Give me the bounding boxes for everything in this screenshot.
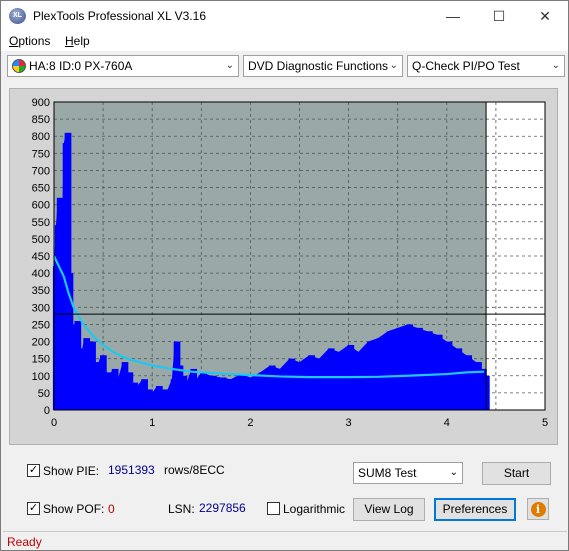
x-tick-label: 1	[149, 417, 155, 429]
y-tick-label: 300	[32, 302, 50, 314]
y-tick-label: 900	[32, 97, 50, 109]
control-panel: ✓ Show PIE: 1951393 rows/8ECC SUM8 Test …	[1, 451, 568, 531]
view-log-button[interactable]: View Log	[353, 498, 425, 521]
menu-help[interactable]: Help	[65, 34, 90, 48]
y-tick-label: 250	[32, 319, 50, 331]
window-title: PlexTools Professional XL V3.16	[33, 9, 206, 23]
preferences-button[interactable]: Preferences	[434, 498, 516, 521]
pie-value: 1951393	[108, 463, 155, 477]
app-logo-icon: XL	[9, 8, 26, 24]
y-tick-label: 650	[32, 183, 50, 195]
main-window: XL PlexTools Professional XL V3.16 — ☐ ✕…	[0, 0, 569, 551]
y-tick-label: 0	[44, 405, 50, 417]
y-tick-label: 450	[32, 251, 50, 263]
chevron-down-icon: ⌄	[389, 60, 398, 71]
info-icon: i	[530, 502, 546, 517]
drive-icon	[12, 59, 26, 73]
y-tick-label: 50	[38, 388, 50, 400]
y-tick-label: 150	[32, 354, 50, 366]
show-pof-label: Show POF:	[43, 502, 105, 516]
maximize-icon[interactable]: ☐	[476, 1, 522, 31]
drive-select[interactable]: HA:8 ID:0 PX-760A ⌄	[7, 55, 239, 77]
status-bar: Ready	[3, 531, 567, 550]
info-button[interactable]: i	[527, 498, 549, 520]
chevron-down-icon: ⌄	[551, 60, 560, 71]
close-icon[interactable]: ✕	[522, 1, 568, 31]
pof-value: 0	[108, 502, 115, 516]
y-tick-label: 400	[32, 268, 50, 280]
pie-unit: rows/8ECC	[164, 463, 225, 477]
y-tick-label: 100	[32, 371, 50, 383]
title-bar: XL PlexTools Professional XL V3.16 — ☐ ✕	[1, 1, 568, 31]
x-tick-label: 4	[444, 417, 450, 429]
y-tick-label: 350	[32, 285, 50, 297]
show-pie-checkbox[interactable]: ✓	[27, 464, 40, 477]
y-tick-label: 700	[32, 165, 50, 177]
y-tick-label: 750	[32, 148, 50, 160]
pi-po-chart: 0501001502002503003504004505005506006507…	[32, 97, 548, 429]
menu-options[interactable]: Options	[9, 34, 50, 48]
y-tick-label: 800	[32, 131, 50, 143]
chevron-down-icon: ⌄	[225, 60, 234, 71]
show-pie-label: Show PIE:	[43, 464, 100, 478]
chevron-down-icon: ⌄	[449, 467, 458, 478]
lsn-label: LSN:	[168, 502, 195, 516]
toolbar: HA:8 ID:0 PX-760A ⌄ DVD Diagnostic Funct…	[1, 52, 568, 82]
y-tick-label: 200	[32, 337, 50, 349]
start-button[interactable]: Start	[482, 462, 551, 485]
function-select[interactable]: DVD Diagnostic Functions ⌄	[243, 55, 403, 77]
lsn-value: 2297856	[199, 501, 246, 515]
test-select[interactable]: Q-Check PI/PO Test ⌄	[407, 55, 565, 77]
logarithmic-checkbox[interactable]	[267, 502, 280, 515]
logarithmic-label: Logarithmic	[283, 502, 346, 516]
y-tick-label: 550	[32, 217, 50, 229]
y-tick-label: 500	[32, 234, 50, 246]
minimize-icon[interactable]: —	[430, 1, 476, 31]
status-text: Ready	[7, 535, 42, 549]
chart-panel: 0 50 100 150 200 250 300 350 400 450 500 550 600 650 7…	[9, 88, 558, 445]
y-tick-label: 850	[32, 114, 50, 126]
sum8-select[interactable]: SUM8 Test ⌄	[353, 462, 463, 484]
x-tick-label: 0	[51, 417, 57, 429]
x-tick-label: 5	[542, 417, 548, 429]
x-tick-label: 2	[247, 417, 253, 429]
menu-bar: Options Help	[1, 31, 568, 51]
x-tick-label: 3	[346, 417, 352, 429]
y-tick-label: 600	[32, 200, 50, 212]
show-pof-checkbox[interactable]: ✓	[27, 502, 40, 515]
